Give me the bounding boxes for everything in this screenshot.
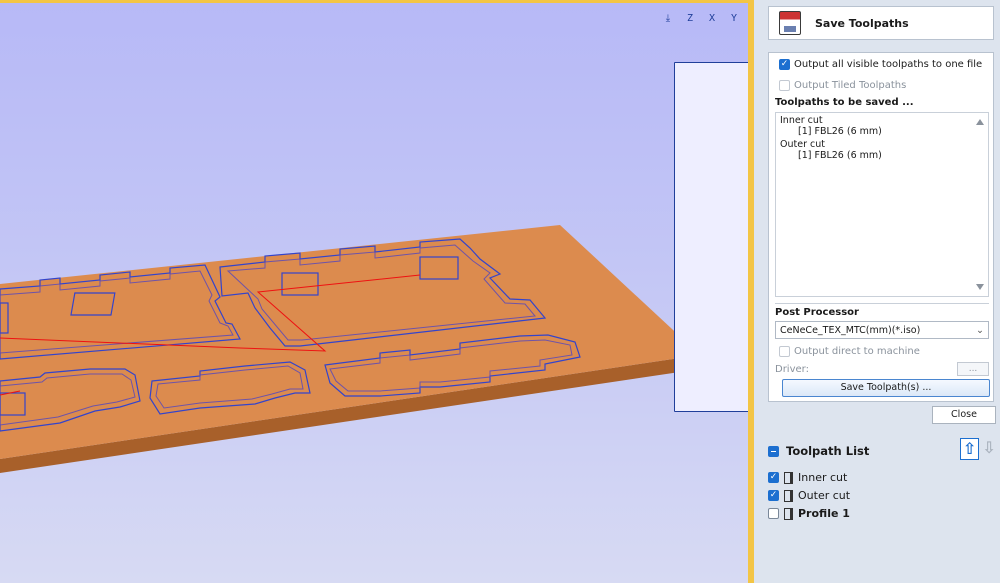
scroll-down-icon[interactable]: [976, 284, 984, 290]
post-processor-select[interactable]: CeNeCe_TEX_MTC(mm)(*.iso) ⌄: [775, 321, 989, 339]
3d-viewport[interactable]: □ ⤓ Z X Y: [0, 0, 752, 583]
iso-view-icon[interactable]: ⤓: [660, 10, 676, 26]
output-all-option[interactable]: ✓ Output all visible toolpaths to one fi…: [779, 59, 982, 70]
y-view-icon[interactable]: Y: [726, 10, 742, 26]
output-all-checkbox[interactable]: ✓: [779, 59, 790, 70]
output-tiled-label: Output Tiled Toolpaths: [794, 80, 907, 91]
toolpath-label: Inner cut: [798, 471, 848, 484]
output-all-label: Output all visible toolpaths to one file: [794, 59, 983, 70]
x-view-icon[interactable]: X: [704, 10, 720, 26]
list-item-tool: [1] FBL26 (6 mm): [798, 150, 882, 161]
toolpath-item-profile-1[interactable]: Profile 1: [768, 507, 850, 520]
tool-icon: [784, 507, 793, 520]
scroll-up-icon[interactable]: [976, 119, 984, 125]
fit-view-icon[interactable]: □: [674, 62, 752, 412]
panel-title: Save Toolpaths: [815, 16, 909, 30]
toolpath-list-title: Toolpath List: [786, 444, 870, 458]
list-item: Outer cut: [780, 139, 825, 150]
save-toolpaths-panel: Save Toolpaths ✓ Output all visible tool…: [754, 0, 1000, 583]
driver-browse-button: ...: [957, 362, 989, 376]
toolpath-label: Profile 1: [798, 507, 850, 520]
toolpath-checkbox[interactable]: ✓: [768, 472, 779, 483]
tool-icon: [784, 489, 793, 502]
chevron-down-icon: ⌄: [976, 324, 984, 336]
collapse-icon[interactable]: [768, 445, 779, 457]
list-item: Inner cut: [780, 115, 823, 126]
z-view-icon[interactable]: Z: [682, 10, 698, 26]
panel-header: Save Toolpaths: [768, 6, 994, 40]
move-down-icon: ⇩: [982, 438, 996, 457]
close-button[interactable]: Close: [932, 406, 996, 424]
view-toolbar: □ ⤓ Z X Y: [660, 10, 752, 412]
output-tiled-option: Output Tiled Toolpaths: [779, 80, 906, 91]
driver-label: Driver:: [775, 363, 809, 375]
toolpath-checkbox[interactable]: ✓: [768, 490, 779, 501]
toolpath-item-inner-cut[interactable]: ✓ Inner cut: [768, 471, 847, 484]
save-options-box: ✓ Output all visible toolpaths to one fi…: [768, 52, 994, 402]
toolpath-item-outer-cut[interactable]: ✓ Outer cut: [768, 489, 850, 502]
save-toolpaths-button[interactable]: Save Toolpath(s) ...: [782, 379, 990, 397]
toolpath-list-header: Toolpath List ⇧ ⇩: [768, 436, 1000, 466]
output-direct-label: Output direct to machine: [794, 346, 920, 357]
toolpaths-list[interactable]: Inner cut [1] FBL26 (6 mm) Outer cut [1]…: [775, 112, 989, 297]
save-toolpath-icon: [779, 11, 801, 35]
divider: [775, 303, 989, 304]
toolpath-checkbox[interactable]: [768, 508, 779, 519]
post-processor-heading: Post Processor: [775, 307, 859, 318]
toolpaths-to-save-heading: Toolpaths to be saved ...: [775, 97, 914, 108]
toolpath-label: Outer cut: [798, 489, 851, 502]
list-item-tool: [1] FBL26 (6 mm): [798, 126, 882, 137]
output-tiled-checkbox: [779, 80, 790, 91]
move-up-icon[interactable]: ⇧: [960, 438, 979, 460]
post-processor-value: CeNeCe_TEX_MTC(mm)(*.iso): [780, 324, 921, 336]
output-direct-checkbox: [779, 346, 790, 357]
output-direct-option: Output direct to machine: [779, 346, 920, 357]
board-scene: [0, 225, 700, 473]
driver-row: Driver: ...: [775, 361, 989, 377]
tool-icon: [784, 471, 793, 484]
